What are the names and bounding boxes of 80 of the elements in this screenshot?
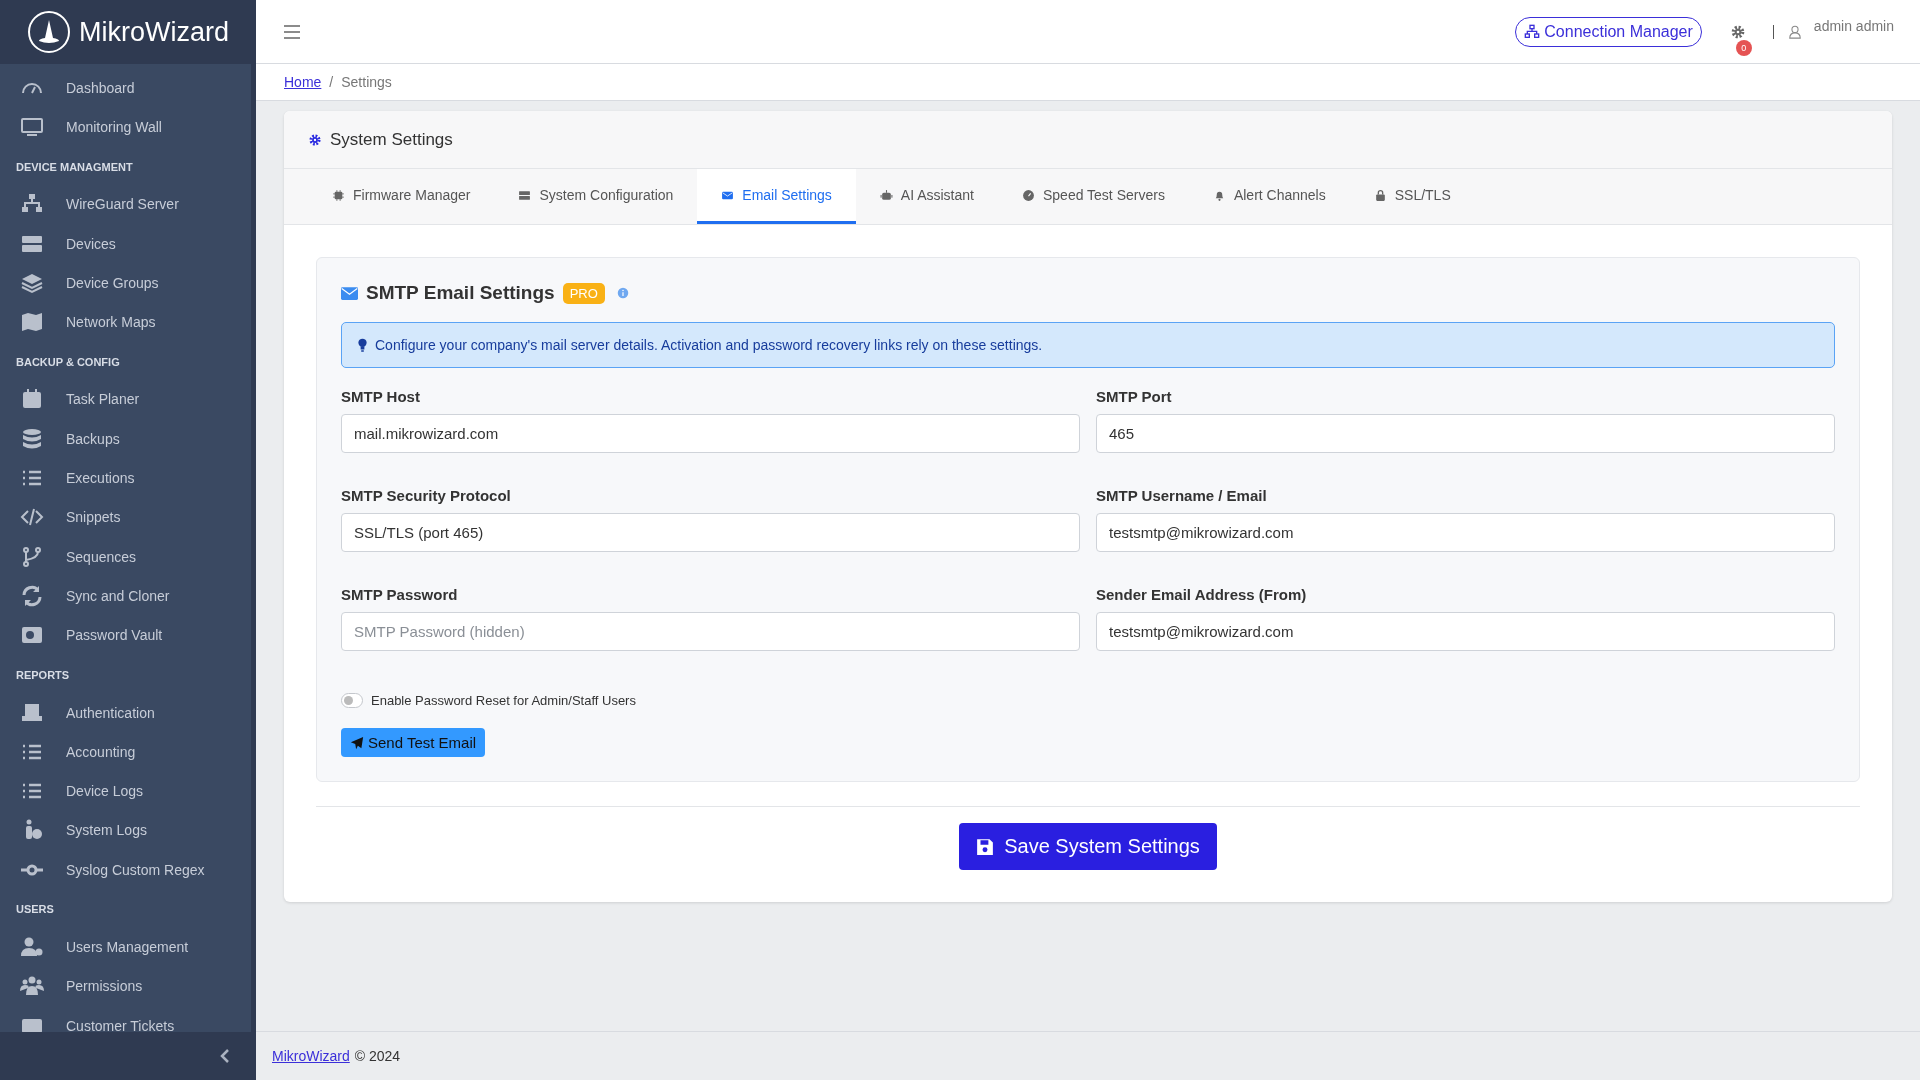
menu-icon[interactable] [284,24,300,39]
sidebar-item[interactable]: WireGuard Server [0,184,251,224]
sidebar-item[interactable]: Network Maps [0,302,251,342]
settings-tab[interactable]: AI Assistant [855,169,998,224]
sidebar-item[interactable]: Dashboard [0,68,251,108]
notification-badge: 0 [1735,39,1752,56]
toggle-label: Enable Password Reset for Admin/Staff Users [371,693,636,708]
sidebar-item[interactable]: Sequences [0,536,251,577]
sidebar-heading: BACKUP & CONFIG [15,354,121,370]
settings-tab[interactable]: Speed Test Servers [997,169,1189,224]
info-icon[interactable] [616,287,629,299]
sidebar-item[interactable]: Permissions [0,966,251,1006]
section-title: SMTP Email Settings [366,282,555,304]
sidebar-item[interactable]: Task Planer [0,379,251,420]
sidebar-heading: USERS [15,902,55,918]
field-label: SMTP Security Protocol [341,487,512,504]
gear-icon [308,132,322,147]
server-icon [518,188,532,202]
sidebar-item[interactable]: Customer Tickets [0,1005,251,1032]
settings-icon[interactable] [1729,23,1746,40]
sidebar-item[interactable]: Snippets [0,497,251,537]
field-label: Sender Email Address (From) [1096,586,1308,603]
settings-tab[interactable]: System Configuration [494,169,698,224]
collapse-chevron-icon[interactable] [220,1049,230,1063]
input-field[interactable]: testsmtp@mikrowizard.com [1096,612,1835,651]
user-name[interactable]: admin admin [1813,17,1894,34]
user-icon [1787,23,1802,40]
sidebar-heading: DEVICE MANAGMENT [15,159,134,175]
input-field[interactable]: SMTP Password (hidden) [341,612,1080,651]
sidebar-item[interactable]: Authentication [0,692,251,733]
breadcrumb-link[interactable]: Home [284,74,322,90]
settings-tab[interactable]: Alert Channels [1188,169,1350,224]
sidebar-item[interactable]: Executions [0,458,251,498]
settings-tab[interactable]: SSL/TLS [1349,169,1475,224]
lock-icon [1373,188,1387,202]
paper-plane-icon [350,735,364,750]
toggle-switch[interactable] [341,693,363,708]
field-label: SMTP Port [1096,388,1173,405]
save-settings-button[interactable]: Save System Settings [959,823,1217,870]
branch-icon [20,544,44,569]
sidebar-item[interactable]: Password Vault [0,615,251,655]
envelope-icon [341,286,358,300]
gauge-icon [1021,188,1035,202]
settings-tab[interactable]: Email Settings [697,169,856,224]
info-text: Configure your company's mail server details. Activation and password recovery links rely on these settings. [375,337,1043,353]
sidebar-item[interactable]: Backups [0,419,251,459]
footer-link[interactable]: MikroWizard [272,1048,350,1064]
send-test-email-button[interactable]: Send Test Email [341,728,486,757]
sidebar-item[interactable]: Sync and Cloner [0,576,251,616]
robot-icon [879,188,893,202]
sidebar-item[interactable]: Accounting [0,732,251,772]
sidebar-item[interactable]: System Logs [0,810,251,851]
input-field[interactable]: mail.mikrowizard.com [341,414,1080,453]
network-icon [1524,23,1541,40]
breadcrumb-current: Settings [341,74,392,90]
database-icon [20,426,44,451]
sidebar-item[interactable]: Devices [0,223,251,264]
field-label: SMTP Password [341,586,459,603]
breadcrumb-separator: / [329,74,334,90]
sidebar-item[interactable]: Monitoring Wall [0,107,251,147]
input-field[interactable]: testsmtp@mikrowizard.com [1096,513,1835,552]
sidebar-item[interactable]: Device Logs [0,771,251,811]
pro-badge: PRO [562,282,605,304]
lightbulb-icon [358,338,367,352]
sidebar-item[interactable]: Syslog Custom Regex [0,850,251,890]
chip-icon [332,188,345,202]
field-label: SMTP Host [341,388,421,405]
sidebar-item[interactable]: Device Groups [0,263,251,303]
sidebar-heading: REPORTS [15,667,71,683]
sync-icon [20,583,44,608]
wizard-hat-logo-icon [27,10,71,54]
input-field[interactable]: 465 [1096,414,1835,453]
input-field[interactable]: SSL/TLS (port 465) [341,513,1080,552]
copyright-text: © 2024 [354,1048,401,1064]
brand-name: MikroWizard [79,16,229,48]
card-title: System Settings [330,129,453,150]
field-label: SMTP Username / Email [1096,487,1268,504]
settings-tab[interactable]: Firmware Manager [308,169,495,224]
connection-manager-button[interactable]: Connection Manager [1515,16,1702,47]
sidebar-item[interactable]: Users Management [0,927,251,967]
